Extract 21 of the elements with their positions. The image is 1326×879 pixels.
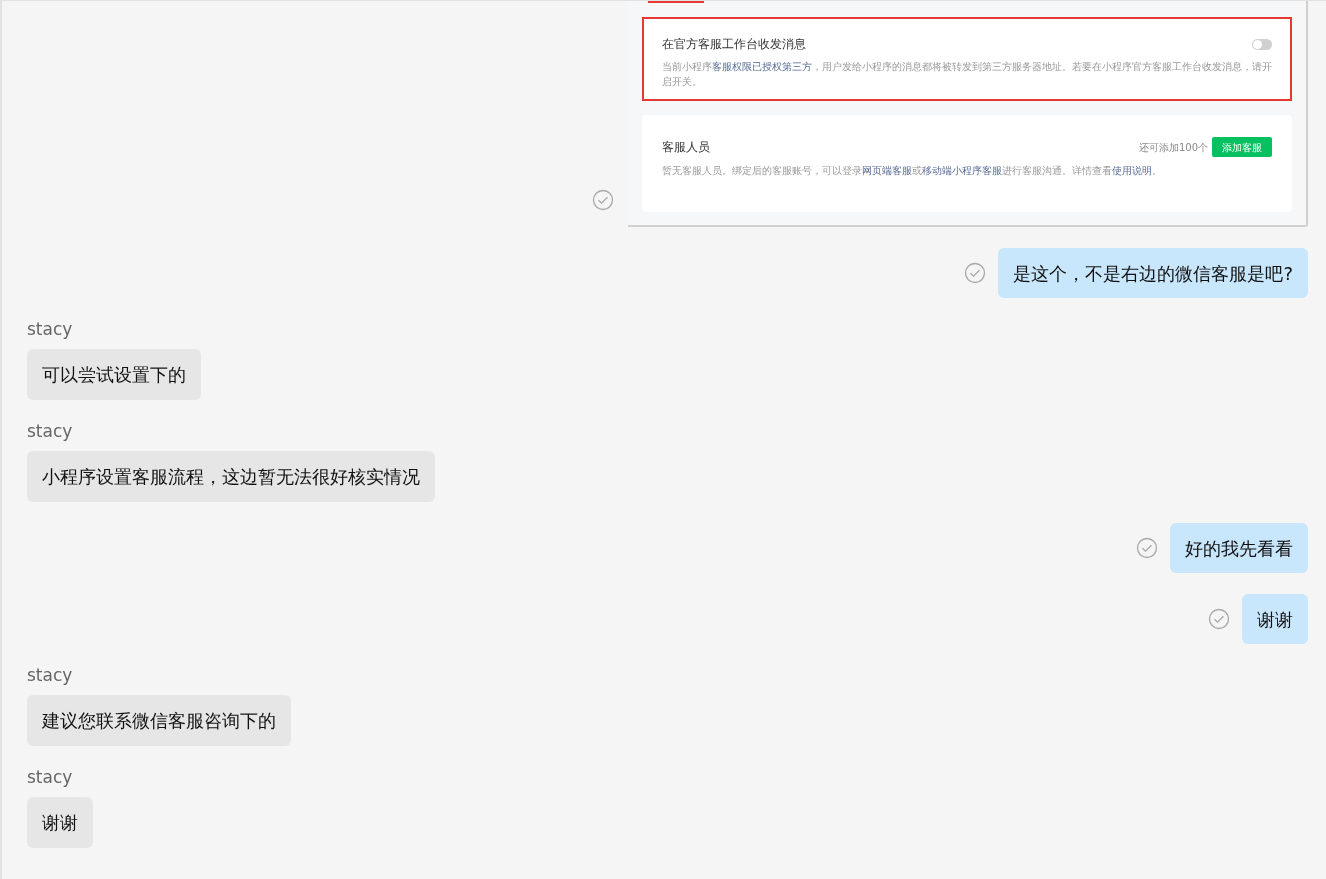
sender-name: stacy [27, 421, 73, 441]
quota-text: 还可添加100个 [1138, 140, 1208, 155]
sender-name: stacy [27, 319, 73, 339]
sent-message-bubble: 是这个，不是右边的微信客服是吧? [998, 248, 1308, 298]
received-message-bubble: 可以尝试设置下的 [27, 349, 201, 400]
received-message-bubble: 小程序设置客服流程，这边暂无法很好核实情况 [27, 451, 435, 502]
sender-name: stacy [27, 767, 73, 787]
received-message-bubble: 建议您联系微信客服咨询下的 [27, 695, 291, 746]
received-message-bubble: 谢谢 [27, 797, 93, 848]
card-title: 在官方客服工作台收发消息 [662, 36, 806, 53]
description-link[interactable]: 网页端客服 [862, 165, 912, 176]
panel-description: 暂无客服人员。绑定后的客服账号，可以登录网页端客服或移动端小程序客服进行客服沟通。详情查看使用说明。 [662, 164, 1163, 178]
description-link[interactable]: 使用说明 [1112, 165, 1152, 176]
sent-message-bubble: 好的我先看看 [1170, 523, 1308, 573]
description-link[interactable]: 客服权限已授权第三方 [712, 61, 812, 72]
toggle-switch[interactable] [1252, 38, 1272, 50]
panel-description: 当前小程序客服权限已授权第三方，用户发给小程序的消息都将被转发到第三方服务器地址。若要在小程序官方客服工作台收发消息，请开启开关。 [662, 60, 1272, 89]
sender-name: stacy [27, 665, 73, 685]
sent-message-bubble: 谢谢 [1242, 594, 1308, 644]
card-title: 客服人员 [662, 139, 710, 156]
description-link[interactable]: 移动端小程序客服 [922, 165, 1002, 176]
